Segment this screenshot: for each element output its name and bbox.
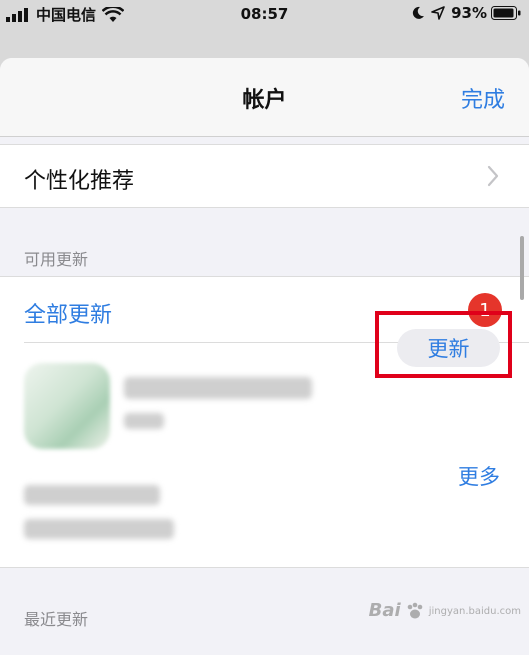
paw-icon <box>407 602 423 618</box>
moon-icon <box>412 6 425 19</box>
clock: 08:57 <box>240 5 289 23</box>
app-name-redacted <box>124 377 312 399</box>
nav-bar: 帐户 完成 <box>0 58 529 137</box>
location-icon <box>431 6 445 20</box>
watermark-sub: jingyan.baidu.com <box>428 606 521 617</box>
update-button[interactable]: 更新 <box>397 329 500 367</box>
personalized-recommendations-label: 个性化推荐 <box>24 169 135 194</box>
app-version-redacted <box>124 413 164 429</box>
release-notes-line-1-redacted <box>24 485 160 505</box>
done-button[interactable]: 完成 <box>461 82 505 114</box>
release-notes-line-2-redacted <box>24 519 174 539</box>
update-all-button[interactable]: 全部更新 <box>24 297 112 329</box>
watermark-logo-text: Bai <box>368 600 401 621</box>
baidu-watermark: Bai jingyan.baidu.com <box>369 600 521 621</box>
more-link[interactable]: 更多 <box>458 461 500 491</box>
chevron-right-icon <box>487 165 499 187</box>
status-bar: 中国电信 08:57 93% <box>0 0 529 28</box>
page-title: 帐户 <box>242 88 287 113</box>
battery-icon <box>491 6 521 20</box>
section-header-recent-updates: 最近更新 <box>24 610 89 629</box>
section-header-available-updates: 可用更新 <box>24 250 89 269</box>
battery-percent: 93% <box>451 4 487 22</box>
scrollbar[interactable] <box>520 236 524 300</box>
status-right: 93% <box>411 4 521 22</box>
personalized-recommendations-row[interactable]: 个性化推荐 <box>0 144 529 208</box>
app-icon[interactable] <box>24 363 110 449</box>
